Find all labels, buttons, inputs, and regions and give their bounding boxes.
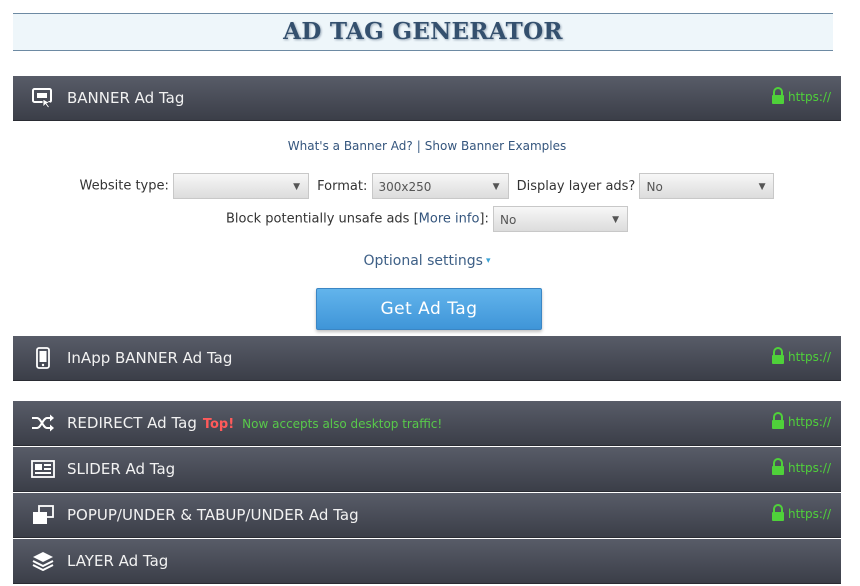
section-layer[interactable]: LAYER Ad Tag	[13, 539, 841, 584]
page-title-bar: AD TAG GENERATOR	[13, 13, 833, 51]
section-popup-label: POPUP/UNDER & TABUP/UNDER Ad Tag	[67, 506, 359, 524]
section-redirect[interactable]: REDIRECT Ad Tag Top! Now accepts also desk…	[13, 401, 841, 446]
lock-icon	[771, 87, 785, 107]
chevron-down-icon: ▼	[758, 182, 766, 192]
lock-icon	[771, 347, 785, 367]
section-inapp-banner[interactable]: InApp BANNER Ad Tag https://	[13, 336, 841, 381]
optional-settings-toggle[interactable]: Optional settings ▾	[13, 253, 841, 269]
section-redirect-label: REDIRECT Ad Tag	[67, 414, 197, 432]
banner-links: What's a Banner Ad? | Show Banner Examples	[287, 139, 567, 153]
section-inapp-label: InApp BANNER Ad Tag	[67, 349, 233, 367]
lock-icon	[771, 458, 785, 478]
page-title: AD TAG GENERATOR	[283, 18, 563, 45]
top-badge: Top!	[202, 417, 235, 432]
redirect-note: Now accepts also desktop traffic!	[242, 417, 443, 431]
slider-icon	[31, 458, 55, 480]
website-type-label: Website type:	[79, 178, 169, 194]
section-popup[interactable]: POPUP/UNDER & TABUP/UNDER Ad Tag https:/…	[13, 493, 841, 538]
chevron-down-icon: ▼	[612, 215, 620, 225]
chevron-down-icon: ▼	[492, 182, 500, 192]
https-indicator: https://	[771, 87, 831, 107]
more-info-link[interactable]: More info	[419, 212, 480, 227]
smartphone-icon	[31, 347, 55, 369]
shuffle-icon	[31, 412, 55, 434]
layers-icon	[31, 550, 55, 572]
get-ad-tag-button[interactable]: Get Ad Tag	[316, 288, 542, 330]
format-select[interactable]: 300x250 ▼	[371, 173, 509, 199]
https-indicator: https://	[771, 412, 831, 432]
banner-form-row-1: Website type: ▼ Format: 300x250 ▼ Displa…	[13, 173, 841, 199]
whats-banner-link[interactable]: What's a Banner Ad?	[288, 139, 413, 153]
section-layer-label: LAYER Ad Tag	[67, 552, 169, 570]
section-banner[interactable]: BANNER Ad Tag https://	[13, 76, 841, 121]
section-slider[interactable]: SLIDER Ad Tag https://	[13, 447, 841, 492]
section-redirect-label-wrap: REDIRECT Ad Tag Top! Now accepts also desk…	[67, 401, 442, 447]
display-layer-label: Display layer ads?	[516, 178, 636, 194]
show-banner-examples-link[interactable]: Show Banner Examples	[425, 139, 566, 153]
banner-form-row-2: Block potentially unsafe ads [More info]…	[13, 206, 841, 232]
banner-panel: What's a Banner Ad? | Show Banner Examples…	[13, 121, 841, 335]
section-slider-label: SLIDER Ad Tag	[67, 460, 176, 478]
lock-icon	[771, 504, 785, 524]
format-label: Format:	[317, 178, 368, 194]
website-type-select[interactable]: ▼	[173, 173, 310, 199]
https-indicator: https://	[771, 458, 831, 478]
https-indicator: https://	[771, 347, 831, 367]
section-banner-label: BANNER Ad Tag	[67, 89, 185, 107]
block-unsafe-label: Block potentially unsafe ads [More info]…	[225, 211, 489, 227]
popup-windows-icon	[31, 504, 55, 526]
display-layer-select[interactable]: No ▼	[639, 173, 775, 199]
chevron-down-icon: ▼	[293, 182, 301, 192]
lock-icon	[771, 412, 785, 432]
block-unsafe-select[interactable]: No ▼	[493, 206, 629, 232]
https-indicator: https://	[771, 504, 831, 524]
chevron-down-icon: ▾	[485, 256, 491, 266]
banner-icon	[31, 87, 55, 109]
